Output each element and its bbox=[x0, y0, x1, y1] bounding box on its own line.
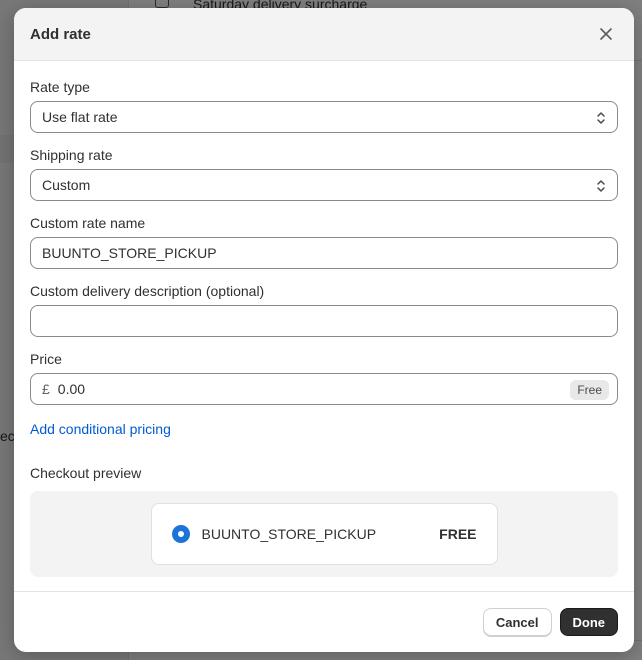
delivery-description-input[interactable] bbox=[30, 305, 618, 337]
cancel-button[interactable]: Cancel bbox=[482, 608, 552, 636]
shipping-rate-value: Custom bbox=[42, 177, 91, 193]
preview-rate-price: FREE bbox=[439, 526, 477, 542]
price-input[interactable]: £ 0.00 Free bbox=[30, 373, 618, 405]
currency-symbol: £ bbox=[42, 381, 50, 397]
select-chevron-icon bbox=[597, 112, 605, 124]
done-button[interactable]: Done bbox=[559, 608, 618, 636]
custom-rate-name-input[interactable]: BUUNTO_STORE_PICKUP bbox=[30, 237, 618, 269]
checkout-preview-label: Checkout preview bbox=[30, 465, 142, 481]
shipping-rate-field: Shipping rate Custom bbox=[30, 147, 618, 201]
modal-body: Rate type Use flat rate Shipping rate Cu… bbox=[14, 61, 634, 577]
price-field: Price £ 0.00 Free bbox=[30, 351, 618, 405]
checkout-preview-box: BUUNTO_STORE_PICKUP FREE bbox=[30, 491, 618, 577]
rate-type-select[interactable]: Use flat rate bbox=[30, 101, 618, 133]
delivery-description-field: Custom delivery description (optional) bbox=[30, 283, 618, 337]
custom-rate-name-label: Custom rate name bbox=[30, 215, 146, 231]
add-conditional-pricing-link[interactable]: Add conditional pricing bbox=[30, 421, 171, 437]
delivery-description-label: Custom delivery description (optional) bbox=[30, 283, 265, 299]
preview-rate-name: BUUNTO_STORE_PICKUP bbox=[201, 526, 377, 542]
close-icon bbox=[600, 28, 612, 40]
price-value: 0.00 bbox=[57, 381, 86, 397]
radio-selected-icon bbox=[171, 525, 190, 543]
custom-rate-name-value: BUUNTO_STORE_PICKUP bbox=[42, 245, 217, 261]
free-badge: Free bbox=[570, 380, 609, 400]
modal-footer: Cancel Done bbox=[14, 591, 634, 652]
rate-type-label: Rate type bbox=[30, 79, 90, 95]
close-button[interactable] bbox=[594, 22, 618, 46]
price-label: Price bbox=[30, 351, 62, 367]
select-chevron-icon bbox=[597, 180, 605, 192]
rate-type-value: Use flat rate bbox=[42, 109, 118, 125]
shipping-rate-label: Shipping rate bbox=[30, 147, 113, 163]
modal-title: Add rate bbox=[30, 25, 91, 43]
custom-rate-name-field: Custom rate name BUUNTO_STORE_PICKUP bbox=[30, 215, 618, 269]
shipping-rate-select[interactable]: Custom bbox=[30, 169, 618, 201]
rate-type-field: Rate type Use flat rate bbox=[30, 79, 618, 133]
add-rate-modal: Add rate Rate type Use flat rate Shippin… bbox=[14, 8, 634, 652]
checkout-preview-card: BUUNTO_STORE_PICKUP FREE bbox=[150, 503, 498, 565]
modal-header: Add rate bbox=[14, 8, 634, 61]
